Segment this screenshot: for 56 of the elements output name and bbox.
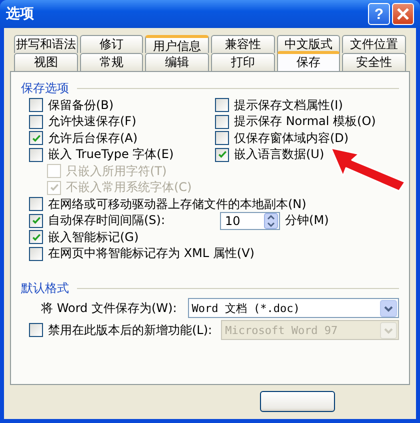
checkbox-label: 在网页中将智能标记存为 XML 属性(V) bbox=[48, 245, 254, 262]
tab[interactable]: 拼写和语法 bbox=[14, 35, 78, 53]
checkbox-label: 提示保存 Normal 模板(O) bbox=[234, 113, 376, 130]
dialog-button[interactable] bbox=[260, 391, 335, 412]
checkbox[interactable] bbox=[215, 114, 229, 129]
tab[interactable]: 文件位置 bbox=[342, 35, 406, 53]
checkbox[interactable] bbox=[29, 230, 43, 244]
checkbox-label: 允许后台保存(A) bbox=[48, 130, 138, 147]
tab[interactable]: 安全性 bbox=[342, 53, 406, 71]
tab[interactable]: 修订 bbox=[80, 35, 144, 53]
checkbox[interactable] bbox=[215, 148, 229, 162]
checkbox-label: 嵌入语言数据(U) bbox=[234, 146, 324, 164]
close-button[interactable] bbox=[392, 3, 414, 25]
checkbox[interactable] bbox=[29, 131, 43, 146]
checkbox-label: 不嵌入常用系统字体(C) bbox=[66, 179, 192, 196]
checkbox[interactable] bbox=[215, 98, 229, 112]
checkbox[interactable] bbox=[29, 98, 43, 112]
checkbox-label: 保留备份(B) bbox=[48, 96, 114, 114]
format-dropdown[interactable]: Word 文档 (*.doc) bbox=[188, 298, 399, 318]
checkbox[interactable] bbox=[29, 214, 43, 228]
tab[interactable]: 中文版式 bbox=[276, 35, 340, 53]
checkbox[interactable] bbox=[29, 197, 43, 212]
window-title: 选项 bbox=[6, 5, 34, 23]
checkbox-label: 禁用在此版本后的新增功能(L): bbox=[48, 322, 212, 338]
checkbox-label: 嵌入 TrueType 字体(E) bbox=[48, 146, 174, 164]
checkbox[interactable] bbox=[215, 131, 229, 146]
checkbox-label: 提示保存文档属性(I) bbox=[234, 96, 343, 114]
checkbox[interactable] bbox=[29, 114, 43, 129]
close-icon bbox=[396, 7, 410, 21]
tab[interactable]: 保存 bbox=[276, 51, 340, 71]
checkbox[interactable] bbox=[29, 148, 43, 162]
tab[interactable]: 编辑 bbox=[145, 53, 210, 71]
checkbox-label: 仅保存窗体域内容(D) bbox=[234, 130, 349, 147]
spin-arrows-icon[interactable] bbox=[264, 212, 278, 229]
help-button[interactable]: ? bbox=[368, 3, 390, 25]
tab[interactable]: 打印 bbox=[211, 53, 275, 71]
checkbox-label: 自动保存时间间隔(S): bbox=[48, 212, 166, 230]
checkbox-label: 嵌入智能标记(G) bbox=[48, 228, 139, 246]
group-title: 保存选项 bbox=[21, 80, 69, 97]
checkmark-icon bbox=[30, 215, 42, 226]
tab[interactable]: 用户信息 bbox=[145, 35, 210, 53]
tab[interactable]: 视图 bbox=[14, 53, 78, 71]
field-label: 将 Word 文件保存为(W): bbox=[41, 300, 177, 316]
checkbox-label: 在网络或可移动驱动器上存储文件的本地副本(N) bbox=[48, 196, 306, 213]
group-title: 默认格式 bbox=[21, 280, 69, 297]
unit-label: 分钟(M) bbox=[285, 212, 329, 230]
checkmark-icon bbox=[30, 232, 42, 243]
spin-field[interactable]: 10 bbox=[220, 212, 280, 230]
checkbox-label: 只嵌入所用字符(T) bbox=[66, 162, 167, 180]
checkbox-label: 允许快速保存(F) bbox=[48, 113, 136, 130]
checkbox[interactable] bbox=[29, 246, 43, 261]
checkmark-icon bbox=[48, 182, 60, 194]
checkmark-icon bbox=[30, 132, 42, 144]
tab[interactable]: 常规 bbox=[80, 53, 144, 71]
checkmark-icon bbox=[216, 149, 228, 160]
tab[interactable]: 兼容性 bbox=[211, 35, 275, 53]
